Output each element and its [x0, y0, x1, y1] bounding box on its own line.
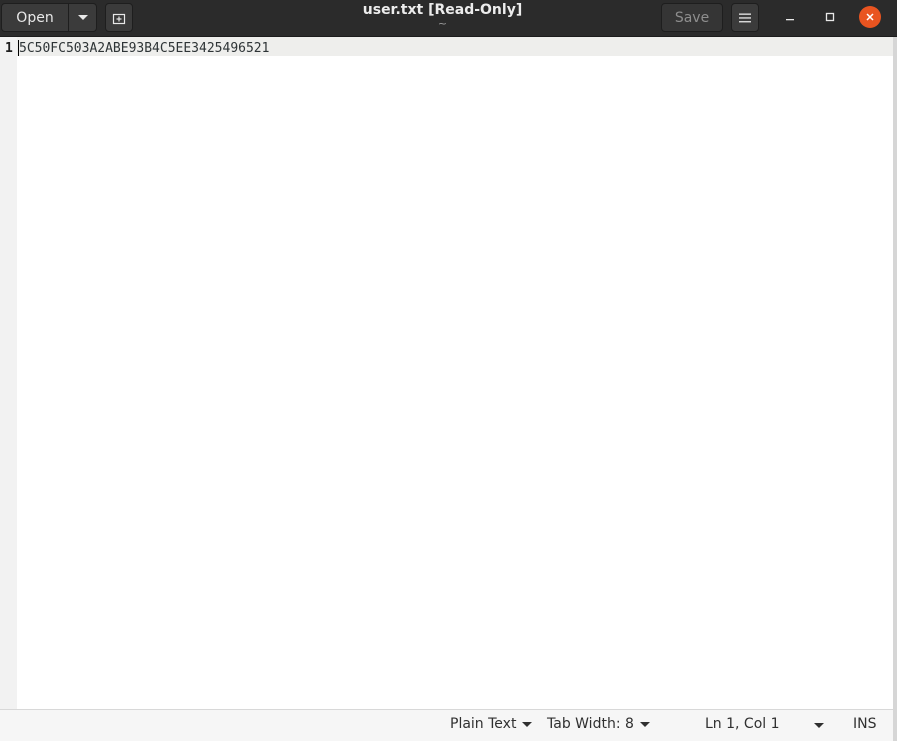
minimize-button[interactable]: [779, 6, 801, 28]
text-line[interactable]: 5C50FC503A2ABE93B4C5EE3425496521: [19, 41, 269, 56]
chevron-down-icon: [77, 15, 88, 20]
text-view[interactable]: 5C50FC503A2ABE93B4C5EE3425496521: [17, 37, 893, 709]
text-cursor: [18, 40, 19, 56]
text-editor-window: Open user.txt [Read-Only] ~ Save 1 5C50F…: [0, 0, 897, 741]
status-bar: Plain Text Tab Width: 8 Ln 1, Col 1 INS: [0, 709, 893, 741]
header-bar: Open user.txt [Read-Only] ~ Save: [0, 0, 897, 37]
chevron-down-icon: [522, 721, 533, 727]
new-tab-icon: [112, 13, 126, 24]
insert-mode-indicator: INS: [853, 716, 877, 732]
open-menu-button[interactable]: [68, 3, 97, 32]
insert-mode-label: INS: [853, 716, 877, 732]
close-icon: [866, 13, 874, 21]
new-tab-button[interactable]: [105, 3, 133, 32]
hamburger-icon: [739, 13, 751, 22]
cursor-position-label: Ln 1, Col 1: [705, 716, 780, 732]
close-button[interactable]: [859, 6, 881, 28]
window-subtitle: ~: [437, 17, 448, 30]
tab-width-label: Tab Width: 8: [547, 716, 634, 732]
menu-button[interactable]: [731, 3, 759, 32]
save-button[interactable]: Save: [661, 3, 723, 32]
chevron-down-icon: [639, 721, 650, 727]
line-number-gutter: 1: [0, 37, 17, 709]
window-border: [893, 37, 897, 741]
window-title-area: user.txt [Read-Only] ~: [300, 0, 585, 36]
line-number: 1: [5, 41, 13, 56]
maximize-icon: [825, 12, 835, 22]
syntax-language-selector[interactable]: Plain Text: [450, 716, 533, 732]
open-button[interactable]: Open: [1, 3, 69, 32]
maximize-button[interactable]: [819, 6, 841, 28]
tab-width-selector[interactable]: Tab Width: 8: [547, 716, 650, 732]
syntax-language-label: Plain Text: [450, 716, 517, 732]
cursor-position-selector[interactable]: Ln 1, Col 1: [705, 716, 780, 732]
minimize-icon: [786, 19, 794, 21]
chevron-down-icon[interactable]: [814, 723, 824, 728]
